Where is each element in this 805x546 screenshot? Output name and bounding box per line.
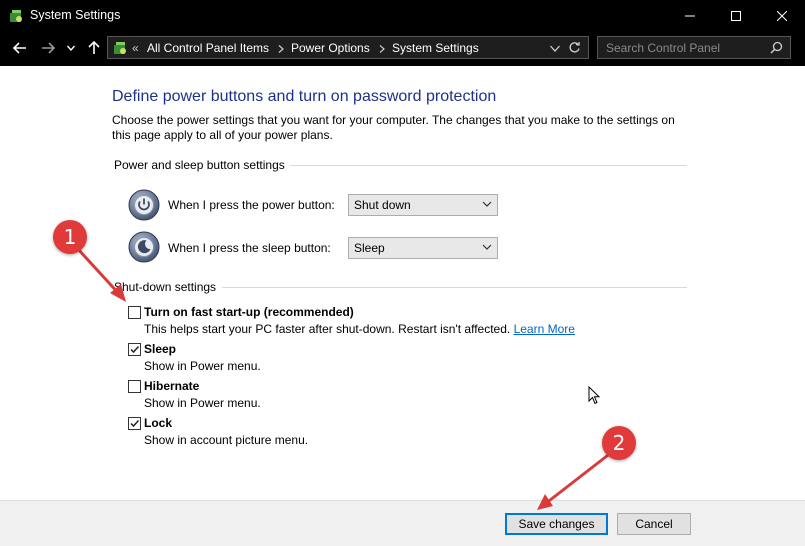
forward-arrow-icon — [42, 42, 55, 54]
section-title-shutdown: Shut-down settings — [114, 280, 217, 294]
sleep-option-label[interactable]: Sleep — [144, 342, 176, 356]
lock-option-description: Show in account picture menu. — [144, 433, 309, 447]
minimize-icon — [685, 15, 695, 17]
learn-more-link[interactable]: Learn More — [514, 322, 575, 336]
hibernate-option-description: Show in Power menu. — [144, 396, 261, 410]
power-button-action-value: Shut down — [354, 198, 411, 212]
cancel-button[interactable]: Cancel — [617, 513, 691, 535]
checkmark-icon — [130, 419, 140, 428]
chevron-down-icon — [482, 244, 492, 250]
breadcrumb-prefix[interactable]: « — [132, 41, 139, 55]
page-description: Choose the power settings that you want … — [112, 113, 675, 142]
page-title: Define power buttons and turn on passwor… — [112, 88, 497, 105]
search-input[interactable]: Search Control Panel — [597, 36, 791, 59]
section-divider — [222, 287, 687, 288]
chevron-down-icon — [482, 201, 492, 207]
control-panel-icon — [10, 10, 22, 22]
fast-startup-label[interactable]: Turn on fast start-up (recommended) — [144, 305, 354, 319]
power-button-action-select[interactable]: Shut down — [348, 194, 498, 216]
chevron-right-icon[interactable] — [379, 45, 385, 53]
lock-checkbox[interactable] — [128, 417, 141, 430]
back-button[interactable] — [10, 38, 30, 58]
checkmark-icon — [130, 345, 140, 354]
sleep-button-icon — [128, 231, 160, 263]
mouse-cursor-icon — [588, 386, 601, 405]
maximize-button[interactable] — [713, 0, 759, 32]
power-button-label: When I press the power button: — [168, 198, 335, 212]
breadcrumb-all-control-panel-items[interactable]: All Control Panel Items — [147, 41, 269, 55]
fast-startup-description: This helps start your PC faster after sh… — [144, 322, 575, 336]
forward-button[interactable] — [38, 38, 58, 58]
fast-startup-checkbox[interactable] — [128, 306, 141, 319]
lock-option-label[interactable]: Lock — [144, 416, 172, 430]
control-panel-icon — [114, 42, 126, 54]
sleep-button-action-value: Sleep — [354, 241, 385, 255]
hibernate-option-label[interactable]: Hibernate — [144, 379, 199, 393]
window-title: System Settings — [30, 8, 121, 22]
sleep-checkbox[interactable] — [128, 343, 141, 356]
sleep-option-description: Show in Power menu. — [144, 359, 261, 373]
sleep-button-label: When I press the sleep button: — [168, 241, 331, 255]
hibernate-checkbox[interactable] — [128, 380, 141, 393]
sleep-button-action-select[interactable]: Sleep — [348, 237, 498, 259]
search-placeholder: Search Control Panel — [606, 41, 721, 55]
annotation-marker-2: 2 — [602, 426, 636, 460]
save-changes-button[interactable]: Save changes — [505, 513, 608, 535]
address-bar[interactable]: « All Control Panel Items Power Options … — [107, 36, 589, 59]
breadcrumb-power-options[interactable]: Power Options — [291, 41, 370, 55]
breadcrumb-system-settings[interactable]: System Settings — [392, 41, 479, 55]
up-arrow-icon — [88, 41, 100, 54]
maximize-icon — [731, 11, 741, 21]
refresh-icon[interactable] — [568, 41, 581, 54]
recent-locations-button[interactable] — [64, 38, 78, 58]
search-icon[interactable] — [770, 41, 783, 54]
up-button[interactable] — [84, 38, 104, 58]
annotation-marker-1: 1 — [53, 220, 87, 254]
chevron-down-icon — [67, 45, 75, 51]
close-icon — [777, 11, 787, 21]
close-button[interactable] — [759, 0, 805, 32]
power-button-icon — [128, 189, 160, 221]
chevron-down-icon[interactable] — [550, 45, 560, 52]
minimize-button[interactable] — [667, 0, 713, 32]
back-arrow-icon — [13, 42, 26, 54]
section-title-power: Power and sleep button settings — [114, 158, 285, 172]
title-bar: System Settings — [0, 0, 805, 32]
chevron-right-icon[interactable] — [278, 45, 284, 53]
section-divider — [290, 165, 687, 166]
fast-startup-description-text: This helps start your PC faster after sh… — [144, 322, 511, 336]
